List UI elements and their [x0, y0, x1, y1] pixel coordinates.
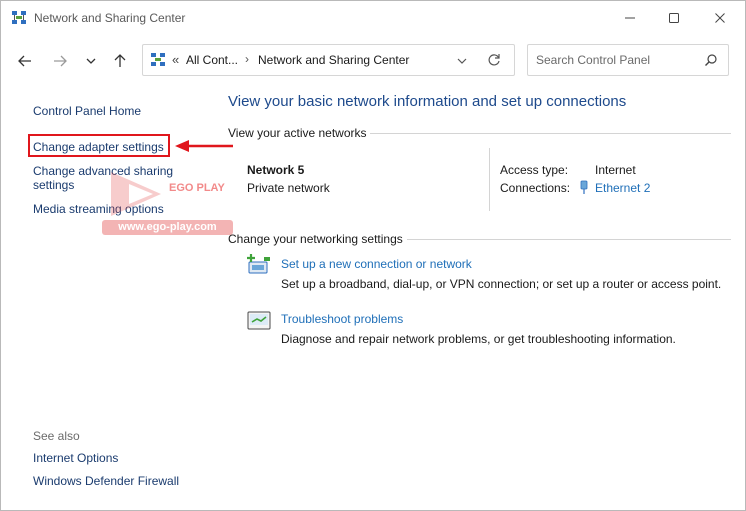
section-divider — [370, 133, 731, 134]
minimize-button[interactable] — [607, 6, 653, 30]
address-bar[interactable]: « All Cont... › Network and Sharing Cent… — [142, 44, 515, 76]
up-button[interactable] — [108, 49, 132, 73]
network-center-icon — [12, 11, 26, 24]
ethernet-2-link[interactable]: Ethernet 2 — [595, 181, 650, 195]
refresh-icon[interactable] — [486, 52, 502, 68]
vertical-divider — [489, 148, 490, 211]
search-box[interactable] — [527, 44, 729, 76]
network-type: Private network — [247, 181, 330, 195]
maximize-icon — [669, 13, 679, 23]
connections-label: Connections: — [500, 181, 571, 195]
back-button[interactable] — [13, 49, 37, 73]
page-title: View your basic network information and … — [228, 93, 627, 110]
watermark-url: www.ego-play.com — [102, 220, 233, 235]
forward-button[interactable] — [48, 49, 72, 73]
network-center-icon — [151, 53, 165, 66]
close-icon — [715, 13, 725, 23]
breadcrumb-network-sharing-center[interactable]: Network and Sharing Center — [258, 53, 409, 67]
see-also-heading: See also — [33, 429, 80, 443]
new-connection-icon — [247, 254, 270, 274]
arrow-right-icon — [54, 55, 67, 67]
search-input[interactable] — [536, 52, 696, 68]
recent-locations-button[interactable] — [79, 49, 103, 73]
sidebar-link-control-panel-home[interactable]: Control Panel Home — [33, 104, 141, 118]
highlight-box — [28, 134, 170, 157]
minimize-icon — [625, 17, 635, 19]
maximize-button[interactable] — [651, 6, 697, 30]
troubleshoot-problems-description: Diagnose and repair network problems, or… — [281, 332, 676, 346]
network-name: Network 5 — [247, 163, 305, 177]
troubleshoot-problems-link[interactable]: Troubleshoot problems — [281, 312, 403, 326]
chevron-down-icon — [86, 58, 96, 64]
arrow-left-icon — [175, 140, 233, 152]
access-type-label: Access type: — [500, 163, 569, 177]
see-also-windows-defender-firewall[interactable]: Windows Defender Firewall — [33, 474, 179, 488]
setup-new-connection-link[interactable]: Set up a new connection or network — [281, 257, 472, 271]
control-panel-window: Network and Sharing Center « All Cont... — [0, 0, 746, 511]
access-type-value: Internet — [595, 163, 636, 177]
breadcrumb-separator[interactable]: › — [245, 52, 249, 66]
arrow-up-icon — [114, 54, 126, 67]
active-networks-title: View your active networks — [228, 126, 367, 140]
section-divider — [407, 239, 731, 240]
arrow-left-icon — [18, 55, 31, 67]
ethernet-icon — [580, 180, 588, 194]
see-also-internet-options[interactable]: Internet Options — [33, 451, 118, 465]
breadcrumb-all-control-panel[interactable]: All Cont... — [186, 53, 238, 67]
watermark-brand: EGO PLAY — [169, 182, 225, 194]
troubleshoot-icon — [247, 311, 271, 330]
search-icon[interactable] — [704, 53, 718, 67]
title-bar: Network and Sharing Center — [1, 1, 745, 35]
networking-settings-title: Change your networking settings — [228, 232, 403, 246]
chevron-down-icon[interactable] — [455, 54, 469, 68]
window-title: Network and Sharing Center — [34, 11, 186, 25]
setup-new-connection-description: Set up a broadband, dial-up, or VPN conn… — [281, 277, 722, 291]
close-button[interactable] — [697, 6, 743, 30]
breadcrumb-overflow[interactable]: « — [172, 52, 179, 67]
